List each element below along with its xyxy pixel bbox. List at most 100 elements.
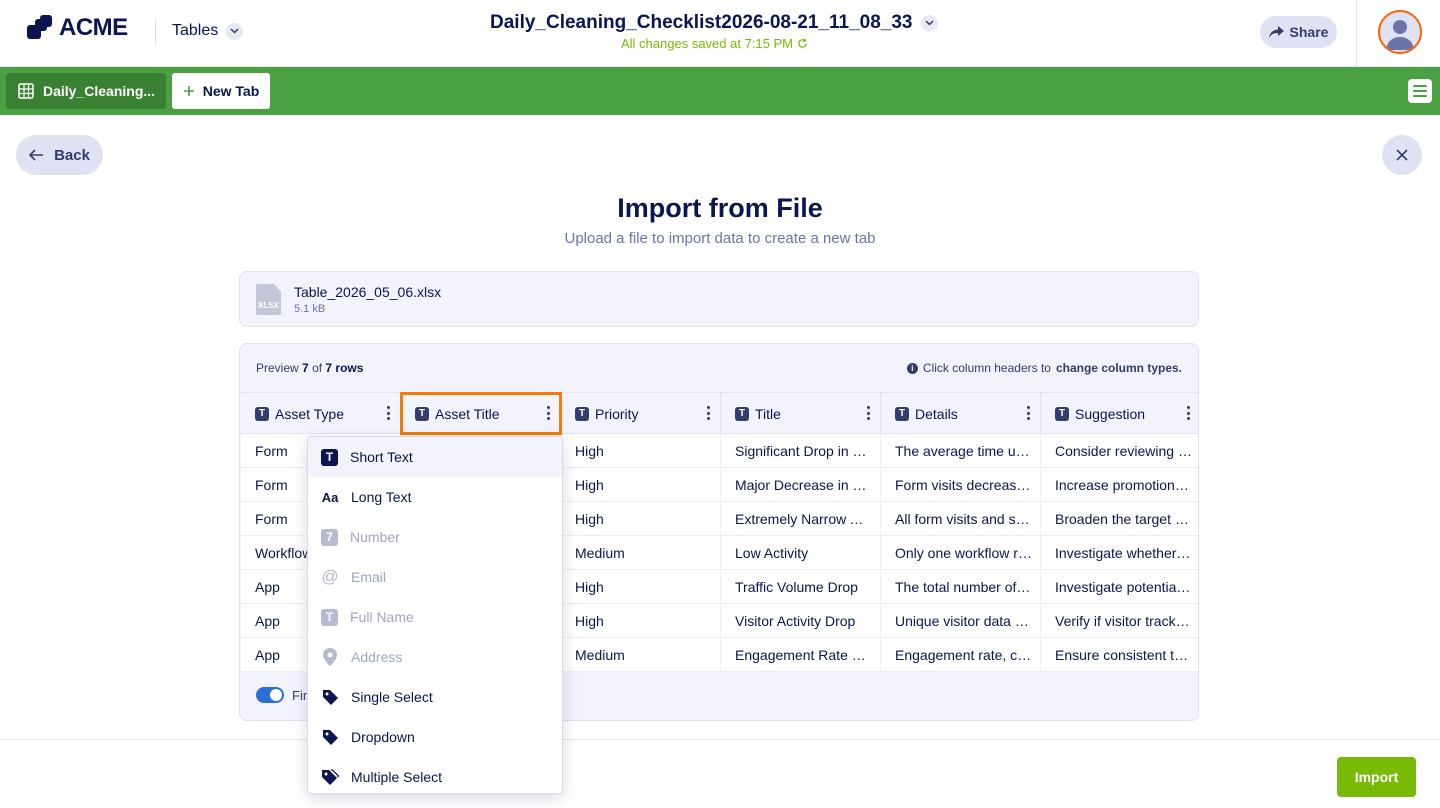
menu-item-email: @ Email bbox=[308, 557, 562, 597]
product-menu-label: Tables bbox=[172, 22, 219, 39]
first-row-header-toggle[interactable]: Fir bbox=[256, 687, 307, 703]
table-cell-text: Unique visitor data decreased bbox=[895, 612, 1032, 629]
tab-daily-cleaning[interactable]: Daily_Cleaning... bbox=[6, 73, 166, 109]
table-cell: The average time users spend on the form bbox=[881, 434, 1041, 467]
preview-count: Preview 7 of 7 rows bbox=[256, 361, 363, 375]
column-header-title[interactable]: T Title bbox=[721, 393, 881, 434]
more-options-icon[interactable] bbox=[1186, 406, 1190, 420]
table-cell-text: Form bbox=[255, 510, 288, 527]
more-options-icon[interactable] bbox=[546, 406, 550, 420]
column-header-priority[interactable]: T Priority bbox=[561, 393, 721, 434]
text-type-icon: T bbox=[895, 406, 909, 421]
menu-item-full-name: T Full Name bbox=[308, 597, 562, 637]
uploaded-file-card: XLSX Table_2026_05_06.xlsx 5.1 kB bbox=[239, 271, 1199, 327]
table-cell: Medium bbox=[561, 536, 721, 569]
back-button[interactable]: Back bbox=[16, 135, 103, 175]
table-cell: All form visits and submissions came fro… bbox=[881, 502, 1041, 535]
more-options-icon[interactable] bbox=[1026, 406, 1030, 420]
table-cell-text: High bbox=[575, 510, 604, 527]
table-cell-text: High bbox=[575, 578, 604, 595]
document-title-text: Daily_Cleaning_Checklist2026-08-21_11_08… bbox=[490, 12, 913, 33]
text-type-icon: T bbox=[321, 608, 338, 626]
column-header-suggestion[interactable]: T Suggestion bbox=[1041, 393, 1198, 434]
table-cell-text: Verify if visitor tracking is working bbox=[1055, 612, 1192, 629]
tab-bar: Daily_Cleaning... New Tab bbox=[0, 67, 1440, 115]
preview-hint: i Click column headers to change column … bbox=[906, 361, 1182, 375]
product-menu[interactable]: Tables bbox=[172, 22, 244, 40]
acme-logo[interactable]: ACME bbox=[27, 14, 128, 42]
menu-item-short-text[interactable]: T Short Text bbox=[308, 437, 562, 477]
tag-icon bbox=[321, 688, 339, 706]
saved-status: All changes saved at 7:15 PM bbox=[621, 36, 808, 51]
column-header-details[interactable]: T Details bbox=[881, 393, 1041, 434]
table-cell: High bbox=[561, 468, 721, 501]
table-cell: Verify if visitor tracking is working bbox=[1041, 604, 1198, 637]
more-options-icon[interactable] bbox=[706, 406, 710, 420]
new-tab-button[interactable]: New Tab bbox=[172, 73, 270, 109]
close-button[interactable] bbox=[1382, 135, 1422, 175]
table-cell: Extremely Narrow Audience bbox=[721, 502, 881, 535]
menu-item-label: Short Text bbox=[350, 449, 413, 465]
column-header-asset-title[interactable]: T Asset Title bbox=[400, 392, 562, 435]
avatar-divider bbox=[1356, 0, 1357, 67]
new-tab-label: New Tab bbox=[202, 83, 260, 99]
table-cell-text: Medium bbox=[575, 544, 625, 561]
chevron-down-icon bbox=[920, 14, 938, 32]
menu-item-label: Long Text bbox=[351, 489, 412, 505]
xlsx-file-icon: XLSX bbox=[256, 284, 281, 315]
table-cell-text: High bbox=[575, 476, 604, 493]
table-cell-text: Visitor Activity Drop bbox=[735, 612, 856, 629]
menu-item-label: Single Select bbox=[351, 689, 433, 705]
file-size: 5.1 kB bbox=[294, 303, 326, 315]
share-button-label: Share bbox=[1289, 24, 1329, 40]
table-cell: Form visits decreased significantly bbox=[881, 468, 1041, 501]
table-cell-text: Form bbox=[255, 442, 288, 459]
table-cell: High bbox=[561, 604, 721, 637]
menu-item-multiple-select[interactable]: Multiple Select bbox=[308, 757, 562, 793]
menu-item-long-text[interactable]: Aa Long Text bbox=[308, 477, 562, 517]
menu-item-label: Number bbox=[350, 529, 400, 545]
table-cell-text: Ensure consistent tracking bbox=[1055, 646, 1192, 663]
import-button[interactable]: Import bbox=[1337, 757, 1416, 797]
menu-item-single-select[interactable]: Single Select bbox=[308, 677, 562, 717]
menu-item-dropdown[interactable]: Dropdown bbox=[308, 717, 562, 757]
table-cell-text: Broaden the target audience bbox=[1055, 510, 1192, 527]
arrow-left-icon bbox=[29, 149, 44, 161]
table-cell-text: Form visits decreased significantly bbox=[895, 476, 1032, 493]
table-cell: Low Activity bbox=[721, 536, 881, 569]
table-cell-text: The average time users spend on the form bbox=[895, 442, 1032, 459]
column-header-asset-type[interactable]: T Asset Type bbox=[241, 393, 401, 434]
column-header-label: Asset Title bbox=[435, 405, 500, 422]
more-options-icon[interactable] bbox=[386, 406, 390, 420]
table-header-row: T Asset Type T Asset Title T Priority T … bbox=[241, 392, 1198, 435]
preview-count-total: 7 rows bbox=[325, 361, 364, 375]
table-cell: Major Decrease in Submissions bbox=[721, 468, 881, 501]
table-cell-text: Form bbox=[255, 476, 288, 493]
column-header-label: Priority bbox=[595, 405, 639, 422]
logo-text: ACME bbox=[59, 14, 128, 41]
table-cell: High bbox=[561, 434, 721, 467]
share-button[interactable]: Share bbox=[1260, 16, 1337, 48]
table-cell-text: Extremely Narrow Audience bbox=[735, 510, 872, 527]
table-cell-text: Engagement Rate Decline bbox=[735, 646, 872, 663]
table-grid-icon bbox=[18, 83, 34, 99]
column-header-label: Asset Type bbox=[275, 405, 345, 422]
saved-status-text: All changes saved at 7:15 PM bbox=[621, 36, 793, 51]
document-title[interactable]: Daily_Cleaning_Checklist2026-08-21_11_08… bbox=[490, 12, 938, 34]
hamburger-menu-icon[interactable] bbox=[1408, 79, 1432, 103]
table-cell-text: Engagement rate, compared to last period bbox=[895, 646, 1032, 663]
more-options-icon[interactable] bbox=[866, 406, 870, 420]
user-avatar[interactable] bbox=[1378, 10, 1422, 54]
table-cell-text: High bbox=[575, 612, 604, 629]
table-cell: Significant Drop in Form Views bbox=[721, 434, 881, 467]
table-cell-text: The total number of app visits dropped bbox=[895, 578, 1032, 595]
table-cell: Increase promotion of the form bbox=[1041, 468, 1198, 501]
table-cell-text: Investigate whether the workflow is trig… bbox=[1055, 544, 1192, 561]
table-cell-text: High bbox=[575, 442, 604, 459]
preview-hint-text: Click column headers to bbox=[922, 361, 1051, 375]
table-cell: High bbox=[561, 502, 721, 535]
page-subtitle: Upload a file to import data to create a… bbox=[564, 230, 876, 247]
table-cell: Investigate potential causes bbox=[1041, 570, 1198, 603]
preview-count-shown: 7 bbox=[302, 361, 309, 375]
toggle-switch[interactable] bbox=[256, 687, 284, 703]
